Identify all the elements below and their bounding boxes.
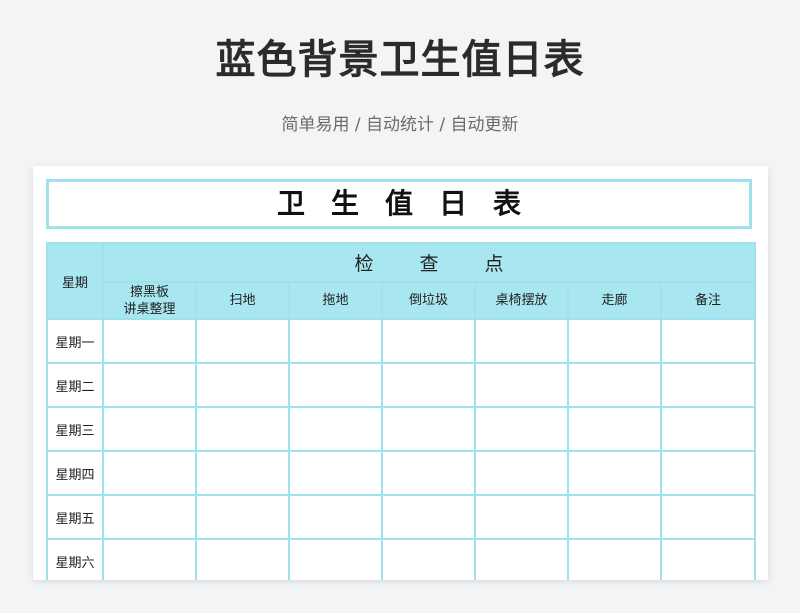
table-cell[interactable] xyxy=(288,538,383,580)
page-title: 蓝色背景卫生值日表 xyxy=(215,37,585,83)
column-header-cell[interactable]: 备注 xyxy=(659,281,757,320)
page-subtitle: 简单易用 / 自动统计 / 自动更新 xyxy=(281,115,519,135)
day-cell[interactable]: 星期四 xyxy=(46,450,104,496)
day-cell[interactable]: 星期六 xyxy=(46,538,104,580)
day-header-cell[interactable]: 星期 xyxy=(46,242,104,320)
table-row: 星期四 xyxy=(46,450,757,496)
column-header-row: 擦黑板 讲桌整理 扫地 拖地 倒垃圾 桌椅摆放 走廊 备注 xyxy=(47,281,757,320)
table-cell[interactable] xyxy=(659,494,757,540)
table-cell[interactable] xyxy=(381,450,476,496)
table-cell[interactable] xyxy=(102,362,197,408)
table-cell[interactable] xyxy=(288,450,383,496)
table-cell[interactable] xyxy=(288,406,383,452)
table-cell[interactable] xyxy=(474,318,569,364)
table-cell[interactable] xyxy=(381,406,476,452)
table-cell[interactable] xyxy=(195,362,290,408)
table-cell[interactable] xyxy=(474,494,569,540)
table-cell[interactable] xyxy=(567,318,662,364)
table-cell[interactable] xyxy=(659,318,757,364)
column-header-cell[interactable]: 扫地 xyxy=(195,281,290,320)
table-cell[interactable] xyxy=(102,318,197,364)
table-cell[interactable] xyxy=(474,450,569,496)
table-cell[interactable] xyxy=(659,362,757,408)
table-row: 星期五 xyxy=(46,494,757,540)
table-row: 星期二 xyxy=(46,362,757,408)
table-cell[interactable] xyxy=(102,494,197,540)
table-cell[interactable] xyxy=(102,538,197,580)
table-cell[interactable] xyxy=(195,538,290,580)
table-row: 星期一 xyxy=(46,318,757,364)
day-cell[interactable]: 星期三 xyxy=(46,406,104,452)
table-cell[interactable] xyxy=(567,538,662,580)
table-cell[interactable] xyxy=(288,494,383,540)
table-cell[interactable] xyxy=(474,538,569,580)
table-cell[interactable] xyxy=(567,362,662,408)
day-cell[interactable]: 星期一 xyxy=(46,318,104,364)
table-cell[interactable] xyxy=(381,494,476,540)
sheet-title: 卫生值日表 xyxy=(46,179,752,229)
check-points-header-cell[interactable]: 检查点 xyxy=(101,242,757,283)
column-header-cell[interactable]: 倒垃圾 xyxy=(381,281,476,320)
day-cell[interactable]: 星期五 xyxy=(46,494,104,540)
table-cell[interactable] xyxy=(195,450,290,496)
table-cell[interactable] xyxy=(288,318,383,364)
table-row: 星期三 xyxy=(46,406,757,452)
table-cell[interactable] xyxy=(659,450,757,496)
day-cell[interactable]: 星期二 xyxy=(46,362,104,408)
table-cell[interactable] xyxy=(659,406,757,452)
table-body: 星期一 星期二 星期三 星期四 星期五 星期六 xyxy=(46,318,757,580)
table-row: 星期六 xyxy=(46,538,757,580)
table-cell[interactable] xyxy=(567,406,662,452)
column-header-cell[interactable]: 擦黑板 讲桌整理 xyxy=(102,281,197,320)
table-cell[interactable] xyxy=(102,450,197,496)
duty-table: 星期 检查点 擦黑板 讲桌整理 扫地 拖地 倒垃圾 桌椅摆放 走廊 备注 星期一 星期二 星期三星… xyxy=(46,242,757,580)
table-cell[interactable] xyxy=(659,538,757,580)
spreadsheet-preview: 卫生值日表 星期 检查点 擦黑板 讲桌整理 扫地 拖地 倒垃圾 桌椅摆放 走廊 备注 星期一星… xyxy=(33,166,768,580)
table-cell[interactable] xyxy=(195,406,290,452)
table-cell[interactable] xyxy=(195,494,290,540)
table-cell[interactable] xyxy=(474,362,569,408)
table-cell[interactable] xyxy=(474,406,569,452)
table-cell[interactable] xyxy=(567,450,662,496)
table-cell[interactable] xyxy=(195,318,290,364)
table-cell[interactable] xyxy=(567,494,662,540)
table-cell[interactable] xyxy=(381,538,476,580)
column-header-cell[interactable]: 桌椅摆放 xyxy=(474,281,569,320)
column-header-cell[interactable]: 拖地 xyxy=(288,281,383,320)
table-cell[interactable] xyxy=(381,318,476,364)
table-cell[interactable] xyxy=(102,406,197,452)
table-cell[interactable] xyxy=(288,362,383,408)
column-header-cell[interactable]: 走廊 xyxy=(567,281,662,320)
table-cell[interactable] xyxy=(381,362,476,408)
